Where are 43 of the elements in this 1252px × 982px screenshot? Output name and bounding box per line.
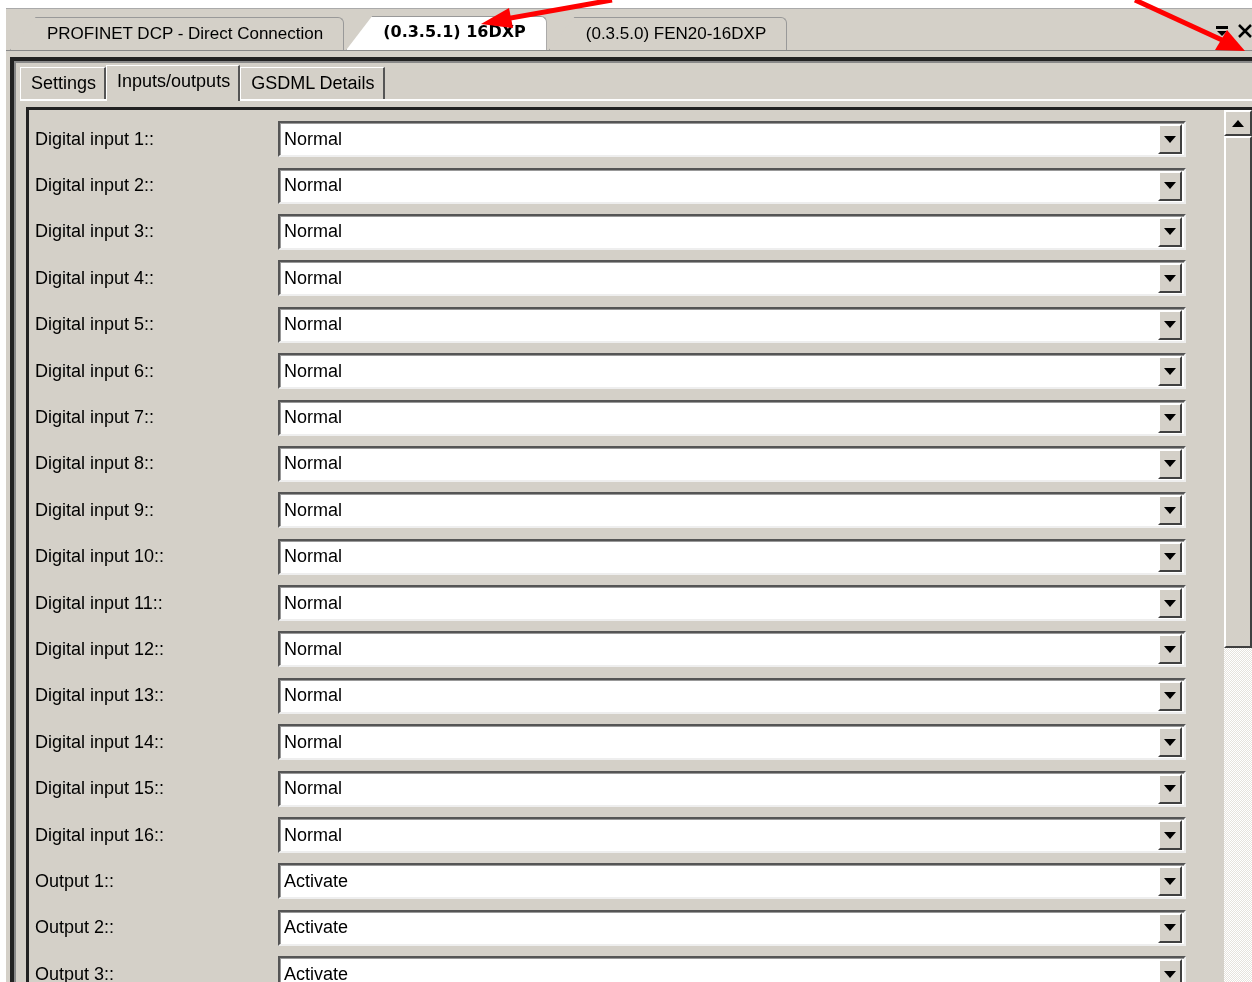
dropdown-field[interactable]: Normal bbox=[278, 585, 1186, 622]
dropdown-field[interactable]: Normal bbox=[278, 724, 1186, 761]
dropdown-field[interactable]: Activate bbox=[278, 909, 1186, 946]
parameter-label: Digital input 16:: bbox=[35, 823, 166, 847]
dropdown-field[interactable]: Normal bbox=[278, 121, 1186, 158]
dropdown-field[interactable]: Normal bbox=[278, 167, 1186, 204]
parameter-label: Digital input 9:: bbox=[35, 498, 156, 522]
parameter-label: Digital input 8:: bbox=[35, 452, 156, 476]
parameter-label: Digital input 12:: bbox=[35, 638, 166, 661]
parameter-label: Digital input 4:: bbox=[35, 266, 156, 290]
dropdown-field[interactable]: Normal bbox=[278, 770, 1186, 807]
parameter-label: Digital input 3:: bbox=[35, 220, 156, 244]
document-tab[interactable]: (0.3.5.0) FEN20-16DXP bbox=[548, 16, 788, 50]
dropdown-field[interactable]: Normal bbox=[278, 399, 1186, 436]
parameter-label: Digital input 7:: bbox=[35, 406, 156, 430]
tab[interactable]: Inputs/outputs bbox=[106, 65, 241, 101]
dropdown-field[interactable]: Normal bbox=[278, 353, 1186, 390]
parameter-label: Digital input 10:: bbox=[35, 545, 166, 569]
document-tab[interactable]: PROFINET DCP - Direct Connection bbox=[10, 16, 345, 50]
parameter-label: Output 2:: bbox=[35, 916, 116, 940]
dropdown-field[interactable]: Activate bbox=[278, 863, 1186, 900]
dropdown-field[interactable]: Normal bbox=[278, 492, 1186, 529]
parameter-label: Digital input 14:: bbox=[35, 730, 166, 754]
dropdown-field[interactable]: Normal bbox=[278, 631, 1186, 668]
dropdown-field[interactable]: Normal bbox=[278, 817, 1186, 854]
parameter-label: Output 1:: bbox=[35, 869, 116, 893]
dropdown-field[interactable]: Normal bbox=[278, 213, 1186, 250]
tab[interactable]: GSDML Details bbox=[240, 67, 385, 99]
dropdown-field[interactable]: Normal bbox=[278, 445, 1186, 482]
dropdown-field[interactable]: Normal bbox=[278, 677, 1186, 714]
parameter-label: Digital input 13:: bbox=[35, 684, 166, 708]
dropdown-field[interactable]: Normal bbox=[278, 538, 1186, 575]
parameter-label: Digital input 6:: bbox=[35, 359, 156, 383]
dropdown-field[interactable]: Normal bbox=[278, 306, 1186, 343]
parameter-label: Digital input 2:: bbox=[35, 174, 156, 198]
parameter-label: Digital input 15:: bbox=[35, 777, 166, 801]
dropdown-field[interactable]: Activate bbox=[278, 956, 1186, 982]
parameter-label: Digital input 1:: bbox=[35, 127, 156, 151]
tab[interactable]: Settings bbox=[20, 67, 107, 99]
parameter-label: Digital input 11:: bbox=[35, 591, 164, 615]
document-tab[interactable]: (0.3.5.1) 16DXP bbox=[346, 16, 547, 50]
dropdown-field[interactable]: Normal bbox=[278, 260, 1186, 297]
parameter-label: Digital input 5:: bbox=[35, 313, 156, 337]
